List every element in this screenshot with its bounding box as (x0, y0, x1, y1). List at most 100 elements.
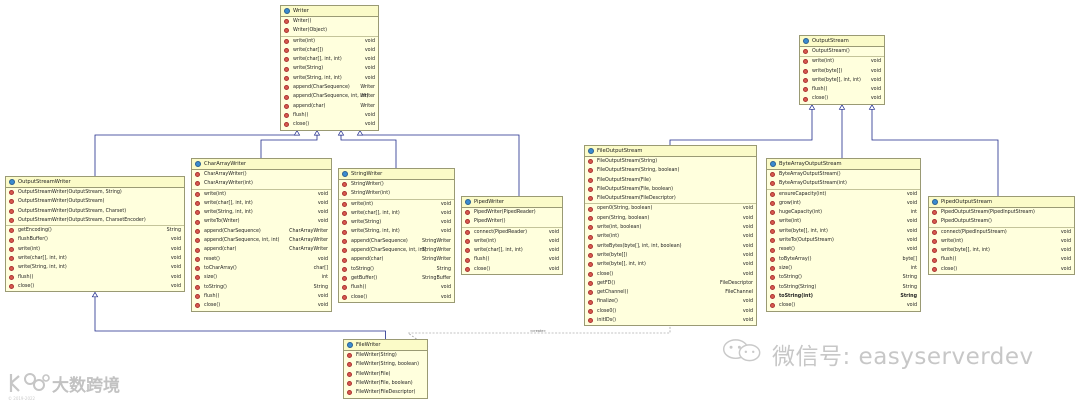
method-icon (195, 256, 200, 262)
method-icon (9, 246, 14, 252)
class-icon (347, 342, 353, 348)
member-row: append(CharSequence) StringWriter (339, 237, 454, 246)
method-icon (770, 284, 775, 290)
member-row: write(int) void (767, 217, 920, 226)
member-row: hugeCapacity(int) int (767, 208, 920, 217)
method-icon (195, 275, 200, 281)
member-row: write(int) void (929, 237, 1074, 246)
inheritance-arrow-icon (808, 104, 816, 110)
member-signature: write(String) (351, 220, 382, 226)
member-signature: reset() (779, 247, 795, 253)
member-row: close() void (281, 120, 378, 129)
class-title-text: StringWriter (351, 171, 383, 177)
member-return-type: void (742, 299, 753, 305)
member-return-type: void (317, 293, 328, 299)
member-return-type: void (364, 57, 375, 63)
member-row: FileOutputStream(FileDescriptor) (585, 194, 756, 203)
method-icon (342, 220, 347, 226)
method-icon (195, 172, 200, 178)
method-icon (284, 122, 289, 128)
class-title: PipedOutputStream (929, 197, 1074, 208)
member-row: connect(PipedInputStream) void (929, 228, 1074, 237)
class-title: CharArrayWriter (192, 159, 331, 170)
member-row: write(char[], int, int) void (339, 209, 454, 218)
method-icon (342, 191, 347, 197)
method-icon (770, 294, 775, 300)
method-icon (588, 159, 593, 165)
method-icon (770, 247, 775, 253)
member-return-type: void (742, 234, 753, 240)
method-icon (195, 181, 200, 187)
method-icon (465, 239, 470, 245)
wechat-icon (722, 339, 761, 362)
class-title: PipedWriter (462, 197, 562, 208)
member-row: write(char[], int, int) void (462, 246, 562, 255)
member-row: flush() void (6, 273, 184, 282)
member-return-type: void (906, 200, 917, 206)
member-row: StringWriter() (339, 180, 454, 189)
method-icon (465, 266, 470, 272)
member-row: Writer() (281, 17, 378, 26)
member-signature: FileOutputStream(File, boolean) (597, 186, 674, 192)
method-icon (465, 248, 470, 254)
member-row: flush() void (929, 255, 1074, 264)
member-row: flush() void (281, 111, 378, 120)
member-signature: FileWriter(String, boolean) (356, 362, 419, 368)
member-signature: close() (293, 122, 310, 128)
member-return-type: Writer (360, 103, 375, 109)
member-row: Writer(Object) (281, 26, 378, 35)
class-icon (932, 199, 938, 205)
member-signature: close0() (597, 308, 617, 314)
member-signature: toCharArray() (204, 265, 237, 271)
method-icon (284, 57, 289, 63)
class-title: Writer (281, 6, 378, 17)
member-signature: writeBytes(byte[], int, int, boolean) (597, 243, 682, 249)
class-icon (803, 38, 809, 44)
member-signature: close() (474, 266, 491, 272)
member-row: toString(String) String (767, 283, 920, 292)
member-row: write(char[], int, int) void (281, 55, 378, 64)
member-signature: OutputStream() (812, 49, 850, 54)
member-row: reset() void (767, 245, 920, 254)
constructor-section: OutputStreamWriter(OutputStream, String)… (6, 188, 184, 227)
member-return-type: void (548, 238, 559, 244)
method-icon (342, 201, 347, 207)
member-row: write(char[]) void (281, 46, 378, 55)
inheritance-arrow-icon (356, 129, 364, 136)
member-row: FileWriter(File, boolean) (344, 379, 427, 388)
member-return-type: void (548, 229, 559, 235)
member-return-type: StringWriter (422, 238, 451, 244)
member-signature: append(CharSequence, int, int) (293, 94, 369, 100)
member-return-type: void (170, 265, 181, 271)
member-row: writeBytes(byte[], int, int, boolean) voi… (585, 242, 756, 251)
member-signature: FileWriter(FileDescriptor) (356, 390, 416, 396)
member-signature: writeTo(Writer) (204, 219, 240, 225)
method-icon (284, 75, 289, 81)
method-icon (347, 353, 352, 359)
member-row: StringWriter(int) (339, 189, 454, 198)
class-icon (9, 179, 15, 185)
method-section: getEncoding() String flushBuffer() void writ… (6, 226, 184, 291)
member-row: append(CharSequence, int, int) StringWrit… (339, 246, 454, 255)
method-icon (588, 215, 593, 221)
member-signature: append(char) (204, 247, 237, 253)
member-return-type: void (364, 112, 375, 118)
member-return-type: void (364, 122, 375, 128)
constructor-section: FileOutputStream(String) FileOutputStream… (585, 157, 756, 205)
member-row: append(CharSequence) CharArrayWriter (192, 227, 331, 236)
edge-stringwriter-to-writer (340, 135, 397, 168)
member-row: append(char) Writer (281, 102, 378, 111)
method-icon (465, 257, 470, 263)
method-icon (9, 274, 14, 280)
member-return-type: void (317, 256, 328, 262)
member-return-type: void (906, 228, 917, 234)
method-icon (588, 225, 593, 231)
member-signature: PipedWriter() (474, 219, 506, 225)
member-return-type: void (440, 285, 451, 291)
method-icon (588, 234, 593, 240)
member-return-type: char[] (313, 265, 328, 271)
member-row: append(CharSequence, int, int) Writer (281, 92, 378, 101)
member-signature: open0(String, boolean) (597, 206, 653, 212)
inheritance-arrow-icon (91, 291, 99, 298)
member-signature: close() (812, 96, 829, 102)
